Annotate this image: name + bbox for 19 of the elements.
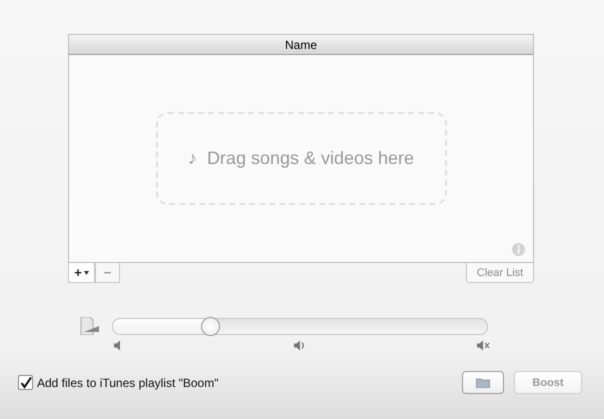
- note-icon: ♪: [188, 148, 197, 169]
- drop-hint: Drag songs & videos here: [206, 148, 414, 169]
- add-button[interactable]: +: [68, 263, 95, 283]
- muted-speaker-icon: [477, 340, 490, 351]
- column-header[interactable]: Name: [69, 35, 533, 55]
- volume-slider[interactable]: [112, 318, 488, 334]
- caret-icon: [84, 270, 89, 274]
- speaker-icon: [114, 340, 122, 351]
- slider-thumb[interactable]: [201, 316, 220, 336]
- checkmark-icon: [20, 376, 32, 388]
- document-icon: [80, 317, 99, 335]
- folder-button[interactable]: [462, 371, 504, 394]
- remove-button[interactable]: −: [95, 263, 120, 283]
- folder-icon: [476, 378, 490, 388]
- checkbox-label: Add files to iTunes playlist "Boom": [37, 376, 218, 390]
- info-icon[interactable]: [512, 243, 525, 256]
- drop-zone[interactable]: ♪ Drag songs & videos here: [156, 112, 446, 205]
- playlist-checkbox[interactable]: [18, 375, 33, 390]
- loud-speaker-icon: [294, 340, 305, 351]
